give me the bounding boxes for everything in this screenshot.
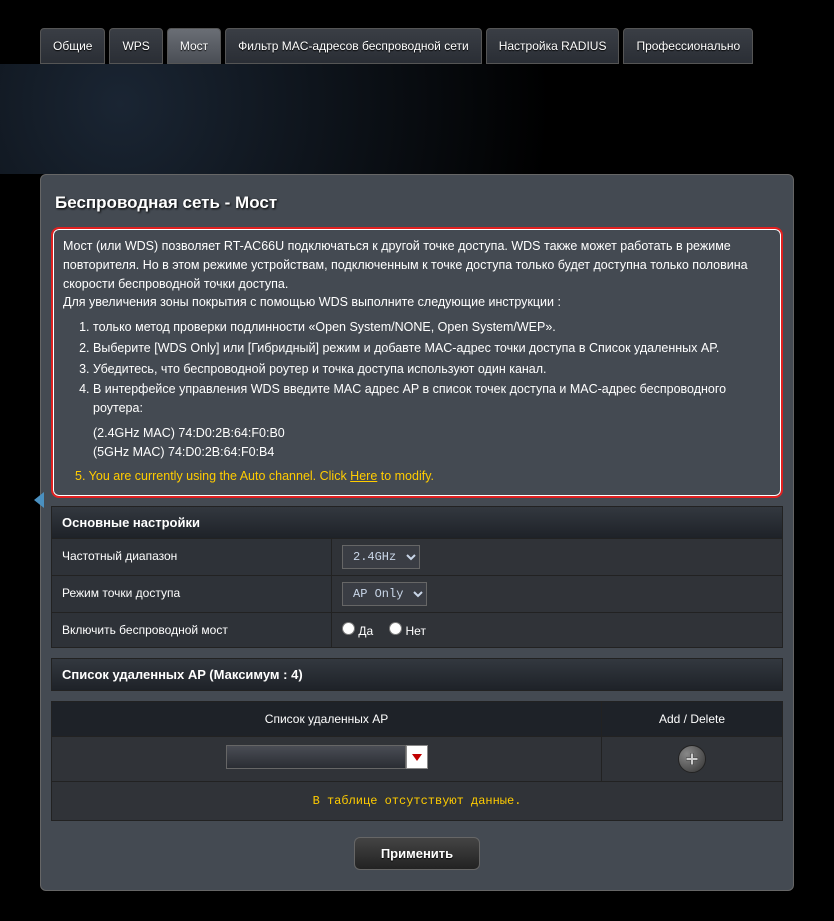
radio-no[interactable] [389, 622, 402, 635]
info-step-4: В интерфейсе управления WDS введите MAC … [93, 380, 771, 418]
radio-yes-wrap[interactable]: Да [342, 622, 373, 638]
basic-settings-header: Основные настройки [51, 506, 783, 539]
row-enable-bridge: Включить беспроводной мост Да Нет [51, 613, 783, 648]
tab-bar: Общие WPS Мост Фильтр MAC-адресов беспро… [0, 0, 834, 64]
radio-yes-label: Да [358, 624, 373, 638]
mac-dropdown-button[interactable] [406, 745, 428, 769]
warn-text-post: to modify. [377, 469, 434, 483]
empty-table-message: В таблице отсутствуют данные. [52, 781, 782, 820]
collapse-arrow-icon[interactable] [32, 490, 46, 510]
tab-bridge[interactable]: Мост [167, 28, 221, 64]
tab-mac-filter[interactable]: Фильтр MAC-адресов беспроводной сети [225, 28, 482, 64]
col-header-list: Список удаленных AP [52, 702, 602, 736]
label-enable-bridge: Включить беспроводной мост [52, 613, 332, 647]
row-frequency: Частотный диапазон 2.4GHz [51, 539, 783, 576]
label-frequency: Частотный диапазон [52, 539, 332, 575]
row-apmode: Режим точки доступа AP Only [51, 576, 783, 613]
tab-wps[interactable]: WPS [109, 28, 162, 64]
content-panel: Беспроводная сеть - Мост Мост (или WDS) … [40, 174, 794, 891]
table-input-row [52, 736, 782, 781]
apmode-select[interactable]: AP Only [342, 582, 427, 606]
tab-professional[interactable]: Профессионально [623, 28, 753, 64]
auto-channel-warning: 5. You are currently using the Auto chan… [63, 467, 771, 486]
chevron-down-icon [412, 752, 422, 762]
plus-icon [684, 751, 700, 767]
info-paragraph-1: Мост (или WDS) позволяет RT-AC66U подклю… [63, 237, 771, 293]
add-button[interactable] [678, 745, 706, 773]
mac-combo [226, 745, 428, 773]
col-header-action: Add / Delete [602, 702, 782, 736]
remote-ap-header: Список удаленных AP (Максимум : 4) [51, 658, 783, 691]
tab-general[interactable]: Общие [40, 28, 105, 64]
info-step-1: только метод проверки подлинности «Open … [93, 318, 771, 337]
mac-info: (2.4GHz MAC) 74:D0:2B:64:F0:B0 (5GHz MAC… [63, 424, 771, 462]
info-steps: только метод проверки подлинности «Open … [63, 318, 771, 418]
info-step-2: Выберите [WDS Only] или [Гибридный] режи… [93, 339, 771, 358]
apply-button[interactable]: Применить [354, 837, 480, 870]
info-paragraph-2: Для увеличения зоны покрытия с помощью W… [63, 293, 771, 312]
frequency-select[interactable]: 2.4GHz [342, 545, 420, 569]
radio-no-label: Нет [406, 624, 426, 638]
page-title: Беспроводная сеть - Мост [41, 175, 793, 227]
radio-no-wrap[interactable]: Нет [389, 622, 426, 638]
remote-ap-table: Список удаленных AP Add / Delete [51, 701, 783, 821]
tab-radius[interactable]: Настройка RADIUS [486, 28, 620, 64]
mac-5ghz: (5GHz MAC) 74:D0:2B:64:F0:B4 [93, 443, 771, 462]
spacer [0, 64, 834, 174]
info-step-3: Убедитесь, что беспроводной роутер и точ… [93, 360, 771, 379]
label-apmode: Режим точки доступа [52, 576, 332, 612]
table-header-row: Список удаленных AP Add / Delete [52, 702, 782, 736]
mac-24ghz: (2.4GHz MAC) 74:D0:2B:64:F0:B0 [93, 424, 771, 443]
modify-channel-link[interactable]: Here [350, 469, 377, 483]
info-box: Мост (или WDS) позволяет RT-AC66U подклю… [51, 227, 783, 498]
warn-text-pre: 5. You are currently using the Auto chan… [75, 469, 350, 483]
radio-yes[interactable] [342, 622, 355, 635]
mac-input[interactable] [226, 745, 406, 769]
